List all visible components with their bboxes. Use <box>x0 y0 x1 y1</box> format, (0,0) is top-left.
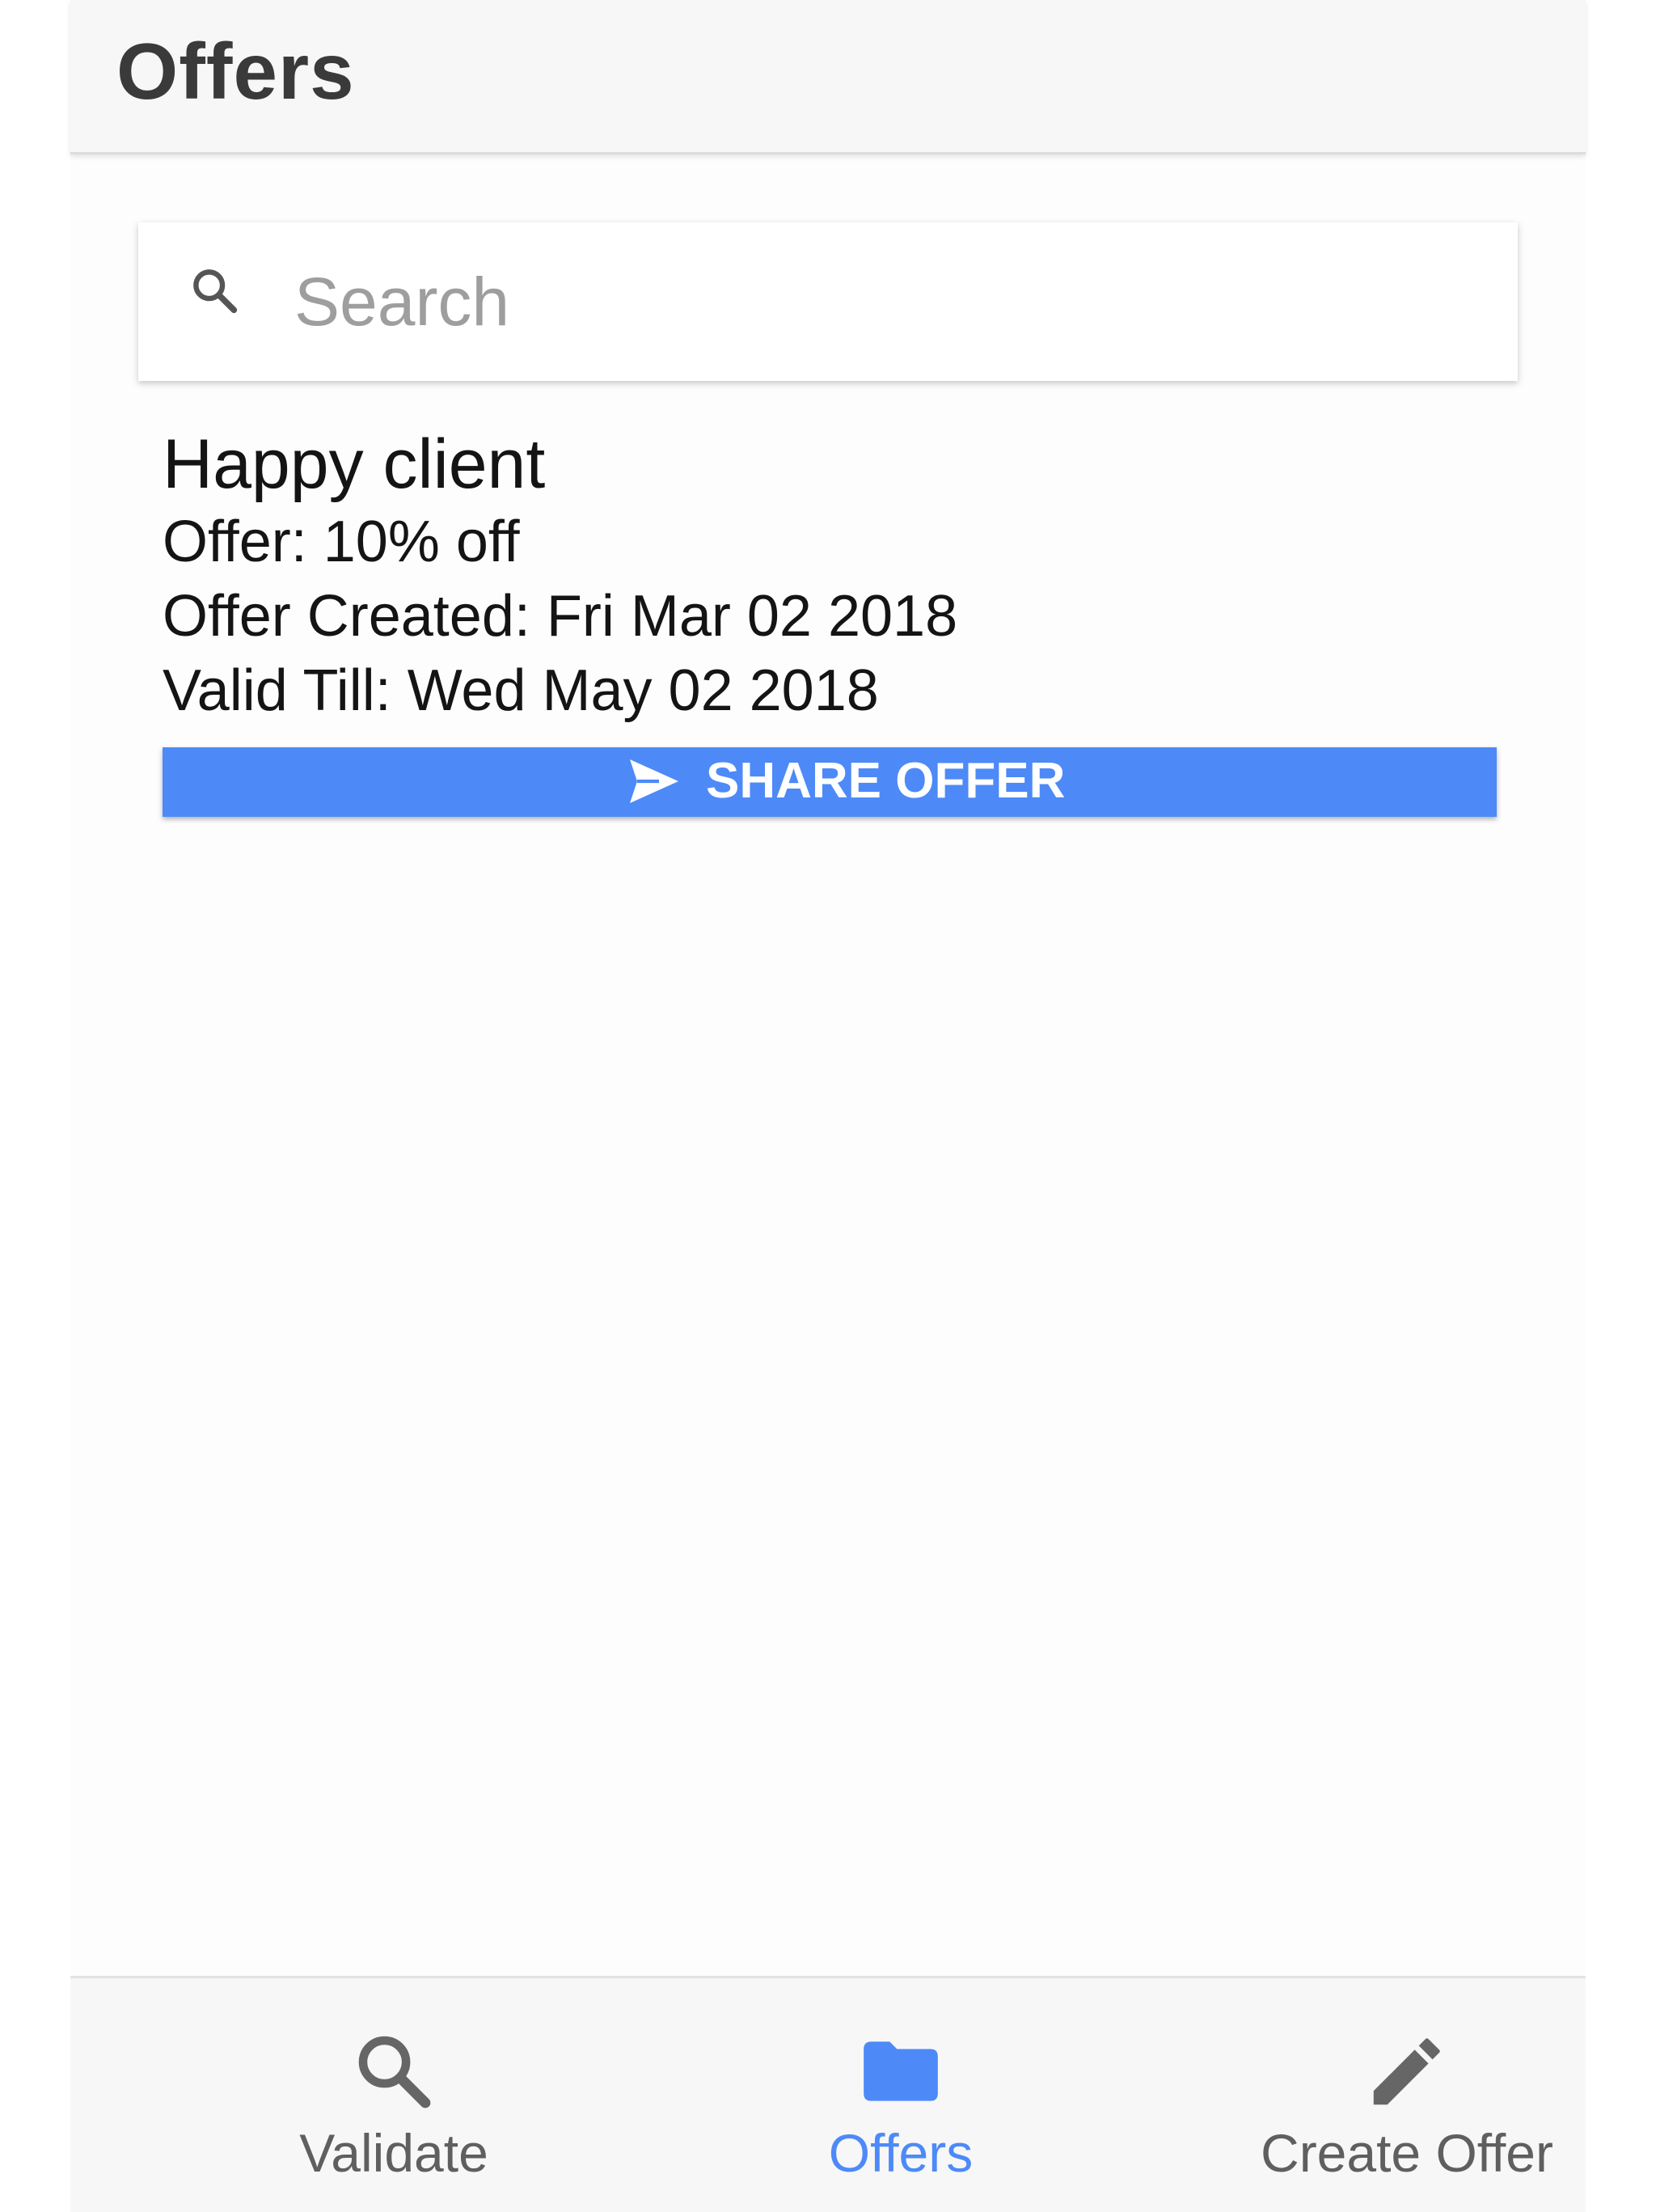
send-icon <box>630 759 678 803</box>
share-offer-label: SHARE OFFER <box>706 753 1066 809</box>
search-input[interactable] <box>294 253 1467 350</box>
offer-valid-till: Valid Till: Wed May 02 2018 <box>163 658 879 723</box>
search-bar[interactable] <box>138 222 1518 381</box>
page-title: Offers <box>116 27 355 116</box>
nav-item-validate[interactable]: Validate <box>151 1978 636 2212</box>
search-icon <box>193 269 238 314</box>
folder-icon <box>864 2041 938 2101</box>
search-icon <box>358 2036 431 2108</box>
share-offer-button[interactable]: SHARE OFFER <box>163 747 1497 817</box>
pencil-icon <box>1373 2038 1440 2105</box>
offer-discount: Offer: 10% off <box>163 510 520 574</box>
nav-label-offers: Offers <box>828 2123 974 2183</box>
nav-label-create-offer: Create Offer <box>1261 2123 1553 2183</box>
app-screen: Offers Happy client Offer: 10% off Offer… <box>70 0 1586 2212</box>
nav-label-validate: Validate <box>299 2123 488 2183</box>
app-header: Offers <box>70 0 1586 154</box>
offer-created-date: Offer Created: Fri Mar 02 2018 <box>163 584 958 649</box>
bottom-navigation: Validate Offers Create Offer <box>70 1976 1586 2212</box>
nav-item-create-offer[interactable]: Create Offer <box>1164 1978 1650 2212</box>
offer-name: Happy client <box>163 425 546 503</box>
nav-item-offers[interactable]: Offers <box>658 1978 1143 2212</box>
